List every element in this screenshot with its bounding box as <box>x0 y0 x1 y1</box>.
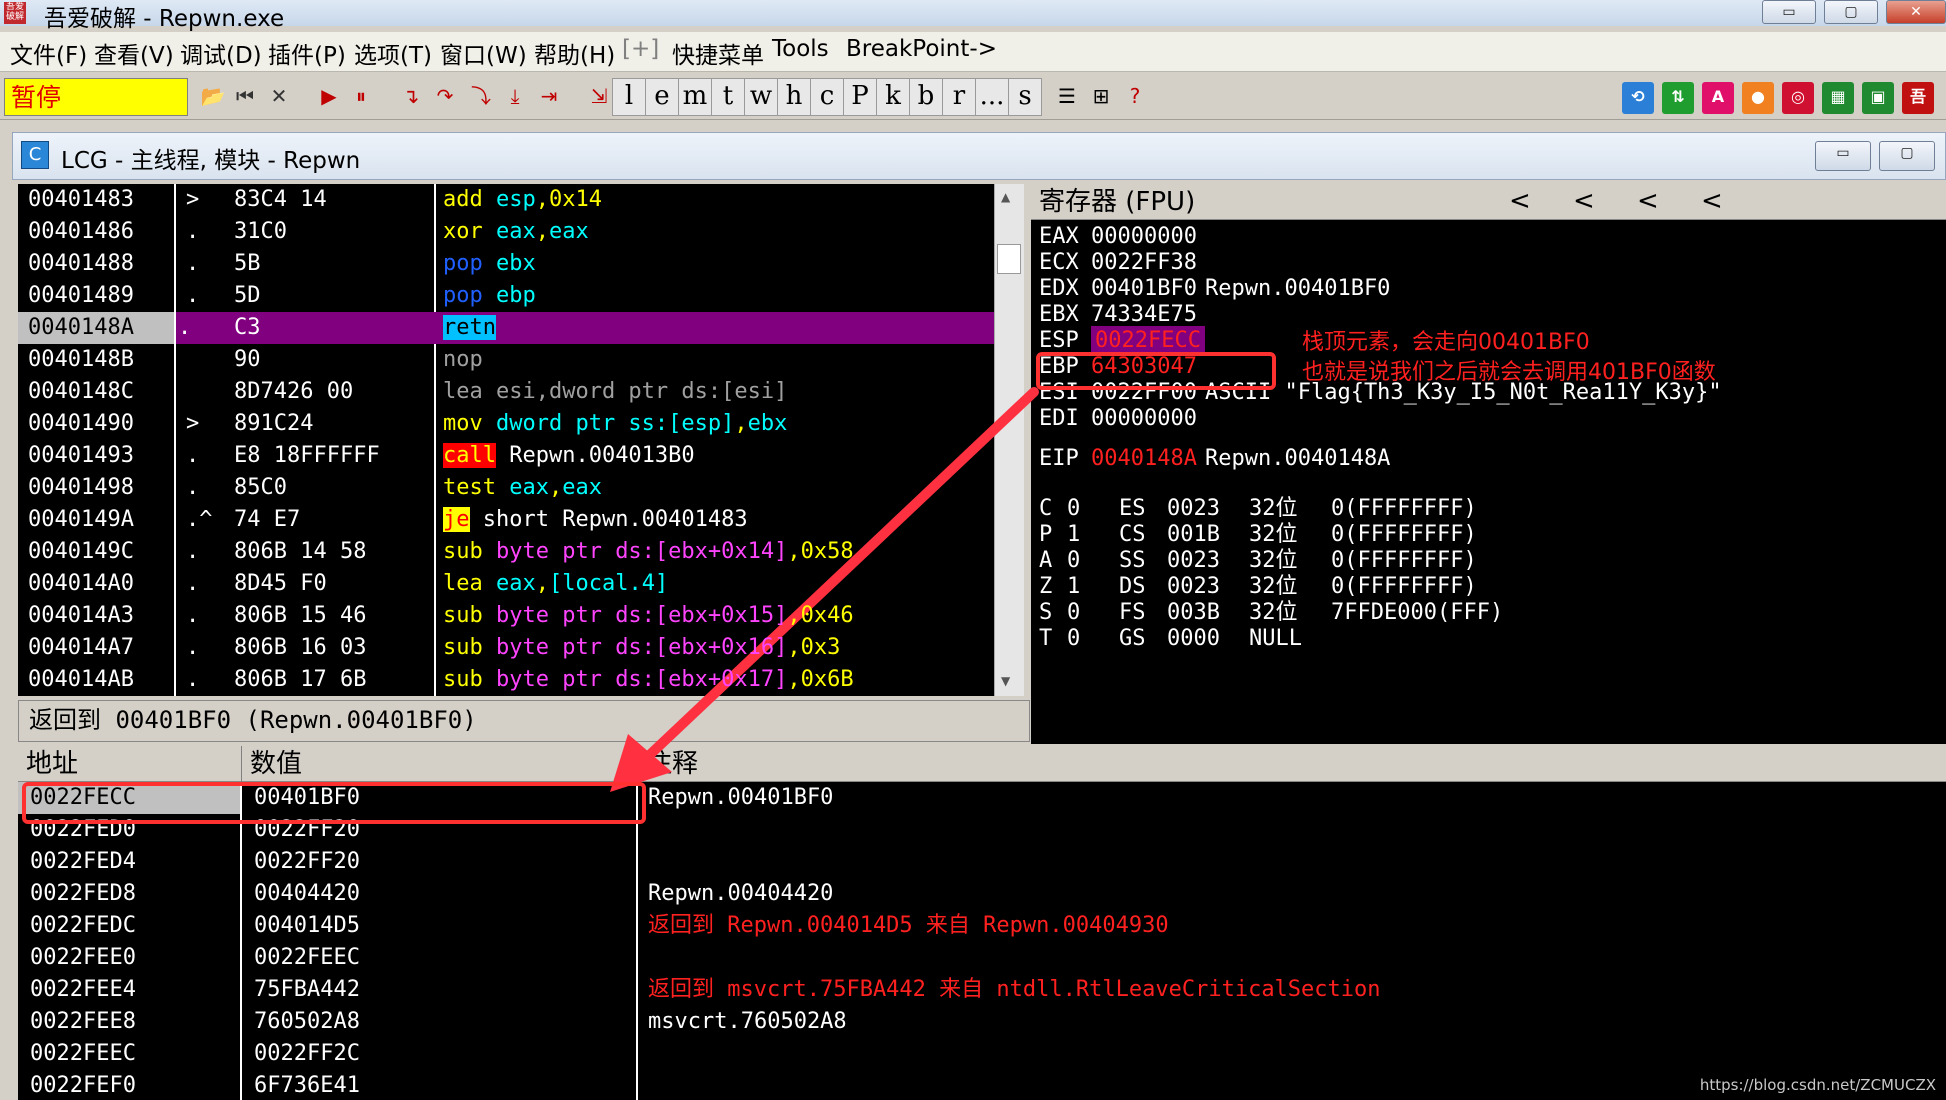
disasm-hex: 31C0 <box>234 219 287 244</box>
asm-token: [local.4] <box>548 571 669 596</box>
asm-token: sub <box>443 603 496 628</box>
disasm-hex: 5B <box>234 251 261 276</box>
asm-token: , <box>548 475 563 500</box>
asm-token: , <box>787 539 801 564</box>
asm-token: short Repwn.00401483 <box>469 507 748 532</box>
disasm-hex: 806B 14 58 <box>234 539 367 564</box>
esp-highlight-box <box>1036 352 1276 390</box>
disasm-instruction: sub byte ptr ds:[ebx+0x14],0x58 <box>443 536 854 568</box>
disasm-hex: 8D45 F0 <box>234 571 327 596</box>
asm-token: , <box>535 219 549 244</box>
asm-token: , <box>535 187 549 212</box>
asm-token: sub <box>443 635 496 660</box>
asm-token: xor <box>443 219 496 244</box>
asm-token: 0x46 <box>800 603 854 628</box>
disasm-instruction: lea esi,dword ptr ds:[esi] <box>443 376 787 408</box>
asm-token: ebp <box>495 283 536 308</box>
disasm-instruction: nop <box>443 344 483 376</box>
disasm-instruction: add esp,0x14 <box>443 184 602 216</box>
disasm-instruction: mov dword ptr ss:[esp],ebx <box>443 408 787 440</box>
disasm-hex: 806B 17 6B <box>234 667 367 692</box>
disasm-hex: 85C0 <box>234 475 287 500</box>
disasm-hex: 806B 16 03 <box>234 635 367 660</box>
asm-token: eax <box>495 219 536 244</box>
asm-token: , <box>535 571 549 596</box>
asm-token: add <box>443 187 496 212</box>
asm-token: pop <box>443 283 496 308</box>
annotation-arrow-shaft <box>635 387 1039 769</box>
disasm-hex: 8D7426 00 <box>234 379 354 404</box>
disasm-instruction: sub byte ptr ds:[ebx+0x16],0x3 <box>443 632 840 664</box>
asm-token: nop <box>443 347 483 372</box>
asm-token: byte ptr ds:[ebx+0x16] <box>495 635 788 660</box>
asm-token: , <box>787 667 801 692</box>
disasm-instruction: test eax,eax <box>443 472 602 504</box>
disasm-hex: 74 E7 <box>234 507 301 532</box>
asm-token: Repwn.004013B0 <box>495 443 695 468</box>
disasm-hex: 891C24 <box>234 411 314 436</box>
asm-token: eax <box>562 475 602 500</box>
stack-top-highlight-box <box>22 782 646 824</box>
disasm-instruction: sub byte ptr ds:[ebx+0x17],0x6B <box>443 664 854 696</box>
disasm-hex: C3 <box>234 315 261 340</box>
asm-token: sub <box>443 539 496 564</box>
disasm-instruction: call Repwn.004013B0 <box>443 440 695 472</box>
asm-token: eax <box>548 219 589 244</box>
asm-token: eax <box>509 475 549 500</box>
asm-token: ebx <box>495 251 536 276</box>
disasm-hex: 83C4 14 <box>234 187 327 212</box>
disasm-hex: 5D <box>234 283 261 308</box>
disasm-instruction: je short Repwn.00401483 <box>443 504 748 536</box>
disasm-hex: 90 <box>234 347 261 372</box>
asm-token: dword ptr ss:[esp] <box>495 411 735 436</box>
disasm-jump-marker: . <box>178 315 192 340</box>
asm-token: , <box>787 603 801 628</box>
asm-token: je <box>443 507 470 532</box>
disasm-hex: 806B 15 46 <box>234 603 367 628</box>
asm-token: lea esi,dword ptr ds:[esi] <box>443 379 788 404</box>
disasm-instruction: pop ebp <box>443 280 536 312</box>
disasm-instruction: retn <box>443 312 496 344</box>
asm-token: 0x58 <box>800 539 854 564</box>
asm-token: retn <box>443 315 496 340</box>
annotation-line-2: 也就是说我们之后就会去调用401BF0函数 <box>1302 360 1716 385</box>
asm-token: 0x14 <box>548 187 602 212</box>
disasm-instruction: xor eax,eax <box>443 216 589 248</box>
disasm-instruction: sub byte ptr ds:[ebx+0x15],0x46 <box>443 600 854 632</box>
asm-token: ebx <box>747 411 788 436</box>
asm-token: call <box>443 443 496 468</box>
asm-token: sub <box>443 667 496 692</box>
asm-token: byte ptr ds:[ebx+0x14] <box>495 539 788 564</box>
asm-token: 0x6B <box>800 667 854 692</box>
asm-token: pop <box>443 251 496 276</box>
watermark: https://blog.csdn.net/ZCMUCZX <box>1699 1076 1936 1094</box>
asm-token: esp <box>495 187 536 212</box>
asm-token: byte ptr ds:[ebx+0x17] <box>495 667 788 692</box>
asm-token: lea <box>443 571 496 596</box>
asm-token: test <box>443 475 510 500</box>
asm-token: eax <box>495 571 536 596</box>
asm-token: , <box>734 411 748 436</box>
disasm-hex: E8 18FFFFFF <box>234 443 380 468</box>
disasm-instruction: pop ebx <box>443 248 536 280</box>
disasm-instruction: lea eax,[local.4] <box>443 568 668 600</box>
asm-token: mov <box>443 411 496 436</box>
asm-token: , <box>787 635 801 660</box>
asm-token: byte ptr ds:[ebx+0x15] <box>495 603 788 628</box>
asm-token: 0x3 <box>800 635 841 660</box>
annotation-line-1: 栈顶元素，会走向00401BF0 <box>1302 330 1590 355</box>
